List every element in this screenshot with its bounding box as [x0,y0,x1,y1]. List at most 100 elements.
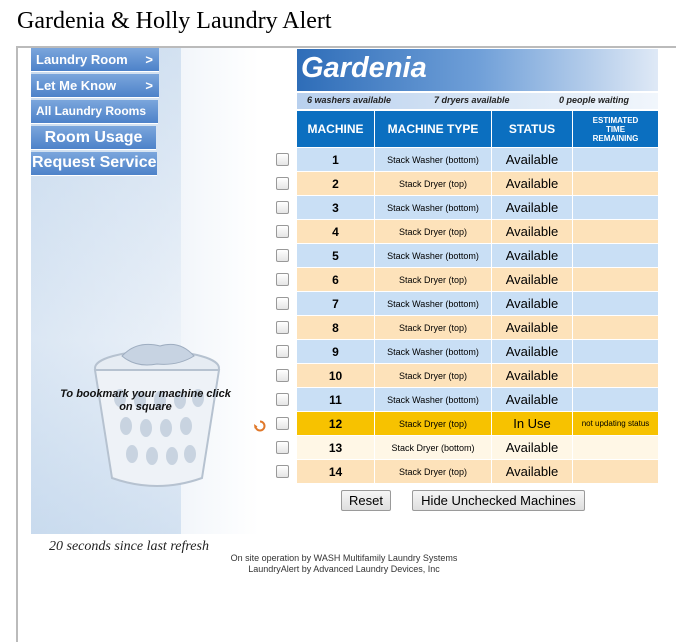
hide-unchecked-machines-button[interactable]: Hide Unchecked Machines [412,490,585,511]
table-row: 14 Stack Dryer (top) Available [297,460,658,484]
bookmark-checkbox[interactable] [276,465,289,478]
machine-status: Available [492,316,572,339]
nav-all-laundry-rooms-button[interactable]: All Laundry Rooms [31,100,158,124]
reset-button[interactable]: Reset [341,490,391,511]
machine-number: 3 [297,196,374,219]
table-row: 1 Stack Washer (bottom) Available [297,148,658,172]
bookmark-checkbox[interactable] [276,321,289,334]
machine-type: Stack Washer (bottom) [375,340,491,363]
machine-number: 12 [297,412,374,435]
machine-number: 6 [297,268,374,291]
bookmark-hint: To bookmark your machine click on square [60,388,231,413]
machine-type: Stack Washer (bottom) [375,292,491,315]
nav-all-laundry-rooms-label: All Laundry Rooms [36,104,147,118]
machine-number: 4 [297,220,374,243]
table-row: 11 Stack Washer (bottom) Available [297,388,658,412]
people-waiting: 0 people waiting [559,95,630,105]
machine-number: 2 [297,172,374,195]
bookmark-checkbox[interactable] [276,369,289,382]
bookmark-checkbox[interactable] [276,345,289,358]
footer: On site operation by WASH Multifamily La… [205,553,483,575]
header-machine-type: MACHINE TYPE [375,111,491,147]
table-row: 9 Stack Washer (bottom) Available [297,340,658,364]
bookmark-checkbox[interactable] [276,177,289,190]
nav-request-service-label: Request Service [32,154,157,171]
nav-laundry-room-arrow: > [145,52,153,67]
machine-type: Stack Dryer (bottom) [375,436,491,459]
dryers-available: 7 dryers available [434,95,510,105]
nav-let-me-know-button[interactable]: Let Me Know > [31,74,159,98]
bookmark-checkbox[interactable] [276,441,289,454]
estimated-time [573,196,658,219]
table-row: 2 Stack Dryer (top) Available [297,172,658,196]
machine-type: Stack Dryer (top) [375,172,491,195]
refresh-spinner-icon [254,420,266,432]
room-header: Gardenia [297,49,658,91]
estimated-time [573,436,658,459]
nav-laundry-room-button[interactable]: Laundry Room > [31,48,159,72]
machine-type: Stack Washer (bottom) [375,244,491,267]
machine-status: Available [492,340,572,363]
bookmark-checkbox[interactable] [276,297,289,310]
nav-request-service-button[interactable]: Request Service [31,152,157,176]
machine-status: Available [492,220,572,243]
machine-number: 8 [297,316,374,339]
footer-operation: On site operation by WASH Multifamily La… [230,553,458,563]
estimated-time [573,388,658,411]
estimated-time [573,148,658,171]
laundry-basket-icon [93,343,221,487]
bookmark-checkbox[interactable] [276,249,289,262]
machine-status: Available [492,172,572,195]
availability-bar: 6 washers available 7 dryers available 0… [297,93,658,109]
machine-type: Stack Dryer (top) [375,220,491,243]
table-row: 8 Stack Dryer (top) Available [297,316,658,340]
header-status: STATUS [492,111,572,147]
machine-number: 5 [297,244,374,267]
machine-status: Available [492,148,572,171]
bookmark-checkbox[interactable] [276,153,289,166]
machine-status: In Use [492,412,572,435]
machine-status: Available [492,436,572,459]
bookmark-checkbox[interactable] [276,273,289,286]
nav-room-usage-label: Room Usage [44,129,143,146]
estimated-time [573,460,658,483]
estimated-time [573,316,658,339]
table-row: 6 Stack Dryer (top) Available [297,268,658,292]
machine-status: Available [492,364,572,387]
machine-status: Available [492,460,572,483]
estimated-time [573,244,658,267]
bookmark-checkbox[interactable] [276,417,289,430]
machine-type: Stack Dryer (top) [375,364,491,387]
nav-let-me-know-label: Let Me Know [36,78,117,93]
table-row: 3 Stack Washer (bottom) Available [297,196,658,220]
bookmark-checkbox[interactable] [276,393,289,406]
room-name: Gardenia [301,52,427,84]
machine-number: 9 [297,340,374,363]
table-row: 13 Stack Dryer (bottom) Available [297,436,658,460]
estimated-time [573,292,658,315]
bookmark-checkbox[interactable] [276,201,289,214]
machine-type: Stack Dryer (top) [375,460,491,483]
estimated-time [573,220,658,243]
machine-status: Available [492,292,572,315]
machine-number: 10 [297,364,374,387]
estimated-time [573,172,658,195]
washers-available: 6 washers available [307,95,392,105]
page-title: Gardenia & Holly Laundry Alert [17,8,332,34]
table-row: 5 Stack Washer (bottom) Available [297,244,658,268]
machine-number: 11 [297,388,374,411]
machine-status: Available [492,196,572,219]
table-row: 4 Stack Dryer (top) Available [297,220,658,244]
machine-type: Stack Washer (bottom) [375,196,491,219]
machine-type: Stack Dryer (top) [375,316,491,339]
estimated-time [573,364,658,387]
nav-room-usage-button[interactable]: Room Usage [31,126,156,150]
header-estimated-time-remaining: ESTIMATED TIME REMAINING [573,111,658,147]
footer-laundryalert: LaundryAlert by Advanced Laundry Devices… [248,564,440,574]
bookmark-checkbox[interactable] [276,225,289,238]
machine-number: 7 [297,292,374,315]
table-row: 12 Stack Dryer (top) In Use not updating st… [297,412,658,436]
machine-status: Available [492,244,572,267]
header-machine: MACHINE [297,111,374,147]
nav-let-me-know-arrow: > [145,78,153,93]
